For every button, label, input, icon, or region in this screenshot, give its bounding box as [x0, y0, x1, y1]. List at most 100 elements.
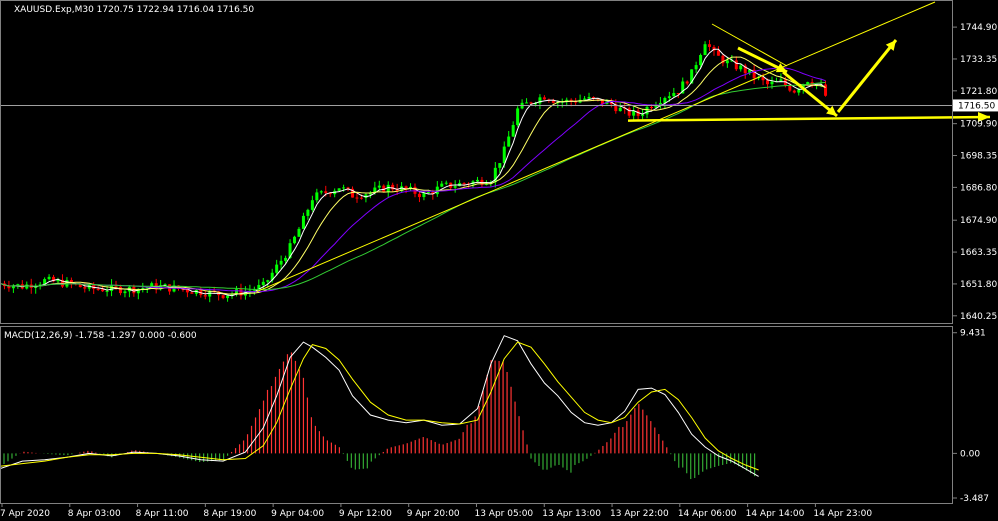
down-arrow-2	[782, 70, 838, 118]
candle-body	[342, 187, 346, 189]
candle-body	[83, 287, 87, 289]
candle-body	[337, 188, 341, 191]
candle-body	[516, 108, 520, 126]
candle-body	[770, 81, 774, 85]
candle-body	[25, 284, 29, 289]
candle-body	[310, 200, 314, 210]
x-tick-label: 9 Apr 12:00	[339, 509, 392, 519]
candle-body	[306, 209, 310, 216]
macd-panel-frame	[0, 326, 953, 504]
x-tick-label: 14 Apr 06:00	[678, 509, 737, 519]
candle-body	[47, 276, 51, 280]
candle-body	[645, 106, 649, 115]
x-tick-label: 9 Apr 20:00	[407, 509, 460, 519]
macd-panel	[0, 335, 759, 480]
ma-long-line	[0, 81, 826, 291]
candle-body	[694, 65, 698, 70]
candle-body	[293, 236, 297, 244]
x-tick-label: 8 Apr 03:00	[68, 509, 121, 519]
price-panel	[0, 1, 991, 303]
y-tick-label: 1698.35	[960, 152, 997, 162]
candle-body	[703, 44, 707, 56]
x-tick-label: 13 Apr 13:00	[542, 509, 601, 519]
candle-body	[239, 289, 243, 296]
candle-body	[502, 146, 506, 164]
x-tick-label: 8 Apr 11:00	[136, 509, 189, 519]
candle-body	[413, 186, 417, 194]
macd-y-tick-label: -3.487	[960, 494, 989, 504]
candle-body	[275, 264, 279, 273]
candle-body	[551, 100, 555, 103]
candle-body	[511, 125, 515, 137]
ma-mid-line	[0, 56, 826, 295]
y-tick-label: 1663.35	[960, 248, 997, 258]
candle-body	[716, 50, 720, 56]
candle-body	[699, 55, 703, 66]
x-tick-label: 13 Apr 05:00	[474, 509, 533, 519]
candle-body	[498, 163, 502, 168]
candle-body	[779, 79, 783, 82]
candle-body	[725, 60, 729, 64]
candle-body	[627, 108, 631, 116]
candle-body	[739, 65, 743, 70]
candle-body	[734, 60, 738, 70]
uptrend-line	[256, 1, 936, 293]
candle-body	[440, 183, 444, 187]
x-tick-label: 13 Apr 22:00	[610, 509, 669, 519]
y-tick-label: 1744.90	[960, 23, 997, 33]
candle-body	[444, 182, 448, 184]
candle-body	[708, 44, 712, 47]
candle-body	[266, 280, 270, 282]
candle-body	[203, 295, 207, 297]
candle-body	[101, 289, 105, 292]
candle-body	[226, 295, 230, 299]
candle-body	[462, 183, 466, 185]
x-tick-label: 14 Apr 23:00	[813, 509, 872, 519]
candle-body	[792, 90, 796, 93]
candle-body	[301, 215, 305, 229]
candle-body	[359, 197, 363, 199]
chart-canvas: 1744.90 1733.35 1721.80 1709.90 1698.35 1686.…	[0, 0, 998, 519]
signal-line	[0, 341, 759, 471]
macd-line	[0, 335, 759, 477]
candle-body	[766, 80, 770, 85]
candle-body	[123, 291, 127, 294]
candle-body	[475, 179, 479, 182]
candle-body	[355, 197, 359, 199]
candle-body	[587, 96, 591, 99]
candle-body	[221, 295, 225, 299]
x-tick-label: 8 Apr 19:00	[203, 509, 256, 519]
up-arrow	[836, 39, 898, 113]
candle-body	[667, 96, 671, 99]
candle-body	[426, 192, 430, 194]
x-tick-label: 9 Apr 04:00	[271, 509, 324, 519]
y-tick-label: 1721.80	[960, 87, 997, 97]
y-tick-label: 1640.25	[960, 312, 997, 322]
symbol-header: XAUUSD.Exp,M30 1720.75 1722.94 1716.04 1…	[14, 5, 254, 15]
y-tick-label: 1686.80	[960, 183, 997, 193]
candle-body	[261, 281, 265, 285]
candle-body	[105, 290, 109, 292]
y-tick-label: 1733.35	[960, 55, 997, 65]
candle-body	[284, 257, 288, 261]
candle-body	[650, 106, 654, 108]
candle-body	[529, 102, 533, 104]
candle-body	[507, 136, 511, 147]
candle-body	[525, 102, 529, 104]
candle-body	[453, 186, 457, 188]
candle-body	[190, 292, 194, 294]
macd-y-tick-label: 9.431	[960, 329, 986, 339]
candle-body	[542, 97, 546, 100]
candle-body	[422, 192, 426, 198]
y-tick-label: 1674.90	[960, 216, 997, 226]
macd-y-tick-label: 0.00	[960, 449, 980, 459]
candle-body	[417, 193, 421, 198]
candle-body	[377, 185, 381, 188]
ma-fast-line	[0, 48, 826, 297]
candle-body	[279, 260, 283, 265]
candle-body	[324, 191, 328, 194]
support-line	[627, 115, 991, 122]
candle-body	[297, 228, 301, 237]
candle-body	[797, 89, 801, 93]
candle-body	[583, 98, 587, 100]
